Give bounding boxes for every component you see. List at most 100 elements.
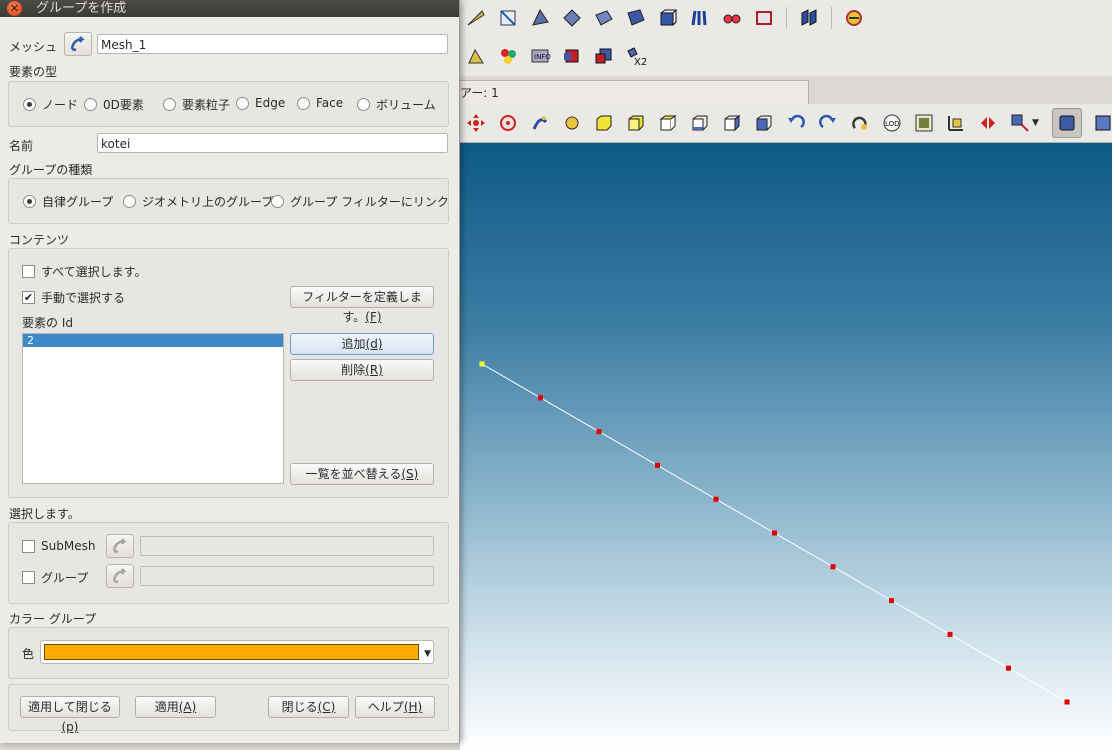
view-left-icon[interactable]: [721, 112, 743, 134]
mesh-node[interactable]: [1064, 699, 1070, 705]
draw-arrow-icon[interactable]: [465, 7, 487, 29]
prism-icon[interactable]: [625, 7, 647, 29]
radio-indicator: [163, 98, 176, 111]
define-filter-button[interactable]: フィルターを定義します。(F): [290, 286, 434, 324]
ball-icon[interactable]: [721, 7, 743, 29]
revolve-icon[interactable]: [843, 7, 865, 29]
radio-0d-element[interactable]: 0D要素: [84, 96, 144, 113]
close-icon[interactable]: ✕: [7, 1, 22, 16]
view-right-icon[interactable]: [753, 112, 775, 134]
mesh-node[interactable]: [947, 631, 953, 637]
toolbar-separator: [831, 7, 832, 29]
chevron-down-icon[interactable]: ▼: [1032, 118, 1039, 128]
radio-indicator: [271, 195, 284, 208]
view-bottom-icon[interactable]: [689, 112, 711, 134]
mesh-select-button[interactable]: [64, 32, 92, 56]
cube-red-icon[interactable]: [561, 45, 583, 67]
name-label: 名前: [9, 139, 34, 153]
selected-mesh-node[interactable]: [479, 361, 485, 367]
remove-button[interactable]: 削除(R): [290, 359, 434, 381]
apply-button[interactable]: 適用(A): [135, 696, 216, 718]
cube-blue-icon[interactable]: [593, 45, 615, 67]
poly-icon[interactable]: [689, 7, 711, 29]
mesh-info-icon[interactable]: INFO: [529, 45, 551, 67]
mesh-node[interactable]: [538, 395, 543, 401]
mesh-node[interactable]: [655, 462, 660, 468]
scale-icon[interactable]: [465, 45, 487, 67]
fit-all-icon[interactable]: [561, 112, 583, 134]
wireframe-icon[interactable]: [1092, 112, 1112, 134]
view-back-icon[interactable]: [625, 112, 647, 134]
mesh-node[interactable]: [713, 496, 719, 502]
radio-standalone-group[interactable]: 自律グループ: [23, 193, 113, 210]
measure-icon[interactable]: [497, 7, 519, 29]
rotate-ccw-icon[interactable]: [785, 112, 807, 134]
radio-group-on-filter[interactable]: グループ フィルターにリンク: [271, 193, 449, 210]
wedge-icon[interactable]: [593, 7, 615, 29]
mesh-name-field[interactable]: Mesh_1: [97, 34, 448, 54]
extrude-icon[interactable]: [798, 7, 820, 29]
mesh-node[interactable]: [830, 564, 836, 570]
radio-node-label: ノード: [42, 98, 79, 112]
diamond-icon[interactable]: [561, 7, 583, 29]
projection-icon[interactable]: [1009, 112, 1031, 134]
group-select-button[interactable]: [106, 564, 134, 588]
submesh-field: [140, 536, 434, 556]
help-button[interactable]: ヘルプ(H): [355, 696, 435, 718]
hexa-icon[interactable]: [657, 7, 679, 29]
graduated-axes-icon[interactable]: [913, 112, 935, 134]
radio-ball-element[interactable]: 要素粒子: [163, 96, 230, 113]
color-nodes-icon[interactable]: [497, 45, 519, 67]
radio-indicator: [23, 98, 36, 111]
mesh-node[interactable]: [772, 530, 777, 536]
3d-viewport[interactable]: [460, 143, 1112, 750]
radio-edge[interactable]: Edge: [236, 96, 285, 110]
reset-view-icon[interactable]: [849, 112, 871, 134]
submesh-checkbox[interactable]: SubMesh: [22, 539, 95, 553]
add-button[interactable]: 追加(d): [290, 333, 434, 355]
x2-icon[interactable]: X2: [625, 45, 647, 67]
radio-face[interactable]: Face: [297, 96, 343, 110]
select-section-label: 選択します。: [9, 507, 80, 521]
mesh-node[interactable]: [1006, 665, 1011, 671]
clipping-icon[interactable]: [945, 112, 967, 134]
rotate-cw-icon[interactable]: [817, 112, 839, 134]
view-front-icon[interactable]: [593, 112, 615, 134]
apply-and-close-button[interactable]: 適用して閉じる (p): [20, 696, 120, 734]
sort-list-button[interactable]: 一覧を並べ替える(S): [290, 463, 434, 485]
close-button[interactable]: 閉じる(C): [268, 696, 349, 718]
element-id-list[interactable]: 2: [22, 333, 284, 484]
group-checkbox[interactable]: グループ: [22, 569, 88, 586]
color-group-label: カラー グループ: [9, 612, 97, 626]
apply-label: 適用: [154, 700, 179, 714]
apply-close-label: 適用して閉じる: [28, 700, 112, 714]
apply-key: (A): [178, 700, 197, 714]
group-type-label: グループの種類: [9, 163, 93, 177]
shading-icon[interactable]: [1051, 108, 1082, 138]
color-picker[interactable]: ▼: [40, 640, 434, 664]
mesh-edge-canvas[interactable]: [460, 143, 1112, 750]
view-toolbar: LOD ▼: [460, 104, 1112, 143]
scaling-icon[interactable]: [977, 112, 999, 134]
manual-select-checkbox[interactable]: ✔ 手動で選択する: [22, 289, 125, 306]
radio-geometry-label: ジオメトリ上のグループ: [142, 195, 274, 209]
lod-icon[interactable]: LOD: [881, 112, 903, 134]
mesh-node[interactable]: [596, 429, 602, 435]
select-all-checkbox[interactable]: すべて選択します。: [22, 263, 146, 280]
rotate-point-icon[interactable]: [529, 112, 551, 134]
quad-icon[interactable]: [753, 7, 775, 29]
tetra-icon[interactable]: [529, 7, 551, 29]
submesh-select-button[interactable]: [106, 534, 134, 558]
radio-edge-label: Edge: [255, 96, 286, 110]
apply-close-key: (p): [61, 720, 79, 734]
pan-icon[interactable]: [465, 112, 487, 134]
global-pan-icon[interactable]: [497, 112, 519, 134]
radio-volume[interactable]: ボリューム: [357, 96, 436, 113]
view-top-icon[interactable]: [657, 112, 679, 134]
list-item[interactable]: 2: [23, 334, 283, 347]
mesh-node[interactable]: [889, 598, 894, 604]
radio-node[interactable]: ノード: [23, 96, 78, 113]
view-tab[interactable]: アー: 1: [460, 80, 809, 105]
group-name-field[interactable]: kotei: [97, 133, 448, 153]
radio-group-on-geometry[interactable]: ジオメトリ上のグループ: [123, 193, 273, 210]
